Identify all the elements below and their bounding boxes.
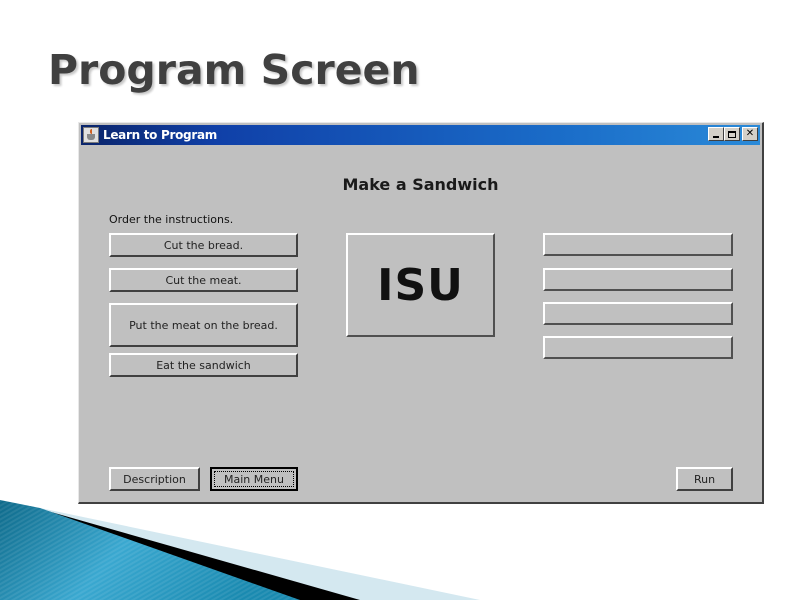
slide-decoration	[0, 500, 480, 600]
instructions-label: Order the instructions.	[109, 213, 234, 226]
answer-slot[interactable]	[543, 268, 733, 291]
instruction-button-eat-sandwich[interactable]: Eat the sandwich	[109, 353, 298, 377]
window-title: Learn to Program	[103, 128, 217, 142]
window-controls: ✕	[708, 127, 758, 141]
maximize-icon	[728, 130, 736, 138]
answer-slot[interactable]	[543, 336, 733, 359]
description-button[interactable]: Description	[109, 467, 200, 491]
window-titlebar[interactable]: Learn to Program ✕	[81, 125, 760, 145]
isu-logo: ISU	[346, 233, 495, 337]
answer-slot[interactable]	[543, 302, 733, 325]
minimize-icon	[713, 136, 719, 138]
logo-text: ISU	[377, 259, 464, 311]
instruction-button-cut-bread[interactable]: Cut the bread.	[109, 233, 298, 257]
decor-teal-stripes	[0, 500, 300, 600]
activity-heading: Make a Sandwich	[342, 175, 499, 194]
instruction-button-meat-on-bread[interactable]: Put the meat on the bread.	[109, 303, 298, 347]
main-menu-button[interactable]: Main Menu	[210, 467, 298, 491]
instruction-button-cut-meat[interactable]: Cut the meat.	[109, 268, 298, 292]
close-button[interactable]: ✕	[742, 127, 758, 141]
app-window: Learn to Program ✕ Make a Sandwich Order…	[78, 122, 764, 504]
slide-title: Program Screen	[48, 46, 420, 94]
maximize-button[interactable]	[724, 127, 740, 141]
minimize-button[interactable]	[708, 127, 724, 141]
answer-slot[interactable]	[543, 233, 733, 256]
close-icon: ✕	[745, 128, 755, 139]
java-app-icon	[83, 127, 99, 143]
run-button[interactable]: Run	[676, 467, 733, 491]
